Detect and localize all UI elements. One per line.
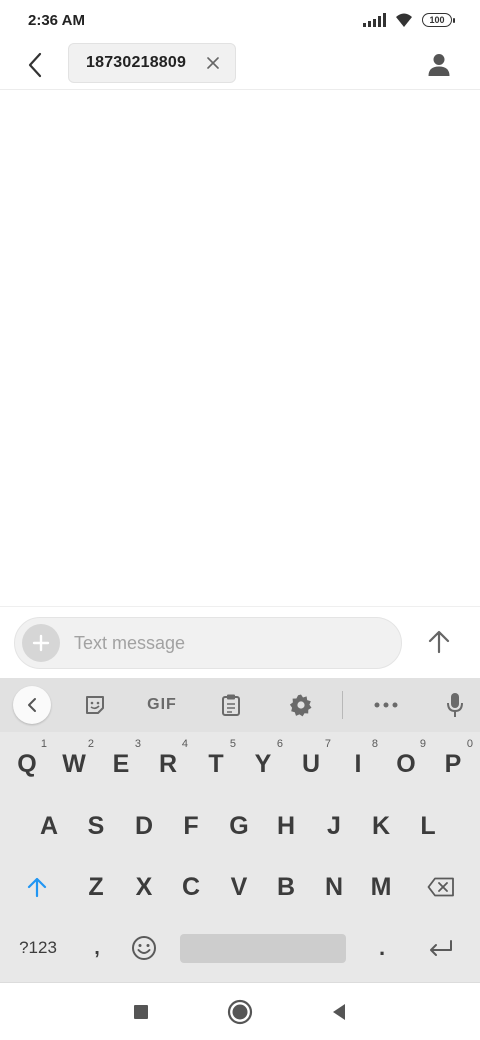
key-j[interactable]: J <box>311 798 357 854</box>
emoji-key[interactable] <box>121 920 167 976</box>
key-s[interactable]: S <box>73 798 119 854</box>
plus-icon <box>32 634 50 652</box>
battery-level: 100 <box>429 15 445 25</box>
chevron-left-icon <box>28 698 36 712</box>
back-triangle-icon <box>333 1004 345 1020</box>
message-input[interactable] <box>74 632 374 654</box>
collapse-toolbar-button[interactable] <box>13 686 51 724</box>
gear-icon <box>289 694 312 717</box>
key-u[interactable]: U7 <box>288 736 334 792</box>
key-x[interactable]: X <box>121 859 167 915</box>
emoji-icon <box>132 936 156 960</box>
compose-field <box>14 617 402 669</box>
key-e[interactable]: E3 <box>98 736 144 792</box>
key-q[interactable]: Q1 <box>4 736 50 792</box>
key-row-4: ?123 , . <box>0 920 480 980</box>
wifi-icon <box>396 13 412 27</box>
recipient-chip[interactable]: 18730218809 <box>68 43 236 83</box>
sticker-button[interactable] <box>78 687 112 723</box>
voice-input-button[interactable] <box>438 687 472 723</box>
status-time: 2:36 AM <box>28 12 85 29</box>
status-bar: 2:36 AM 100 <box>0 0 480 44</box>
back-arrow-icon <box>28 52 42 78</box>
mic-icon <box>447 693 463 717</box>
signal-icon <box>363 13 386 27</box>
symbols-key[interactable]: ?123 <box>12 920 64 976</box>
spacebar[interactable] <box>180 934 346 963</box>
compose-bar <box>0 606 480 678</box>
battery-icon: 100 <box>422 13 455 27</box>
status-icons: 100 <box>363 12 455 28</box>
key-a[interactable]: A <box>26 798 72 854</box>
keyboard-toolbar: GIF <box>0 678 480 732</box>
conversation-header: 18730218809 <box>0 40 480 90</box>
nav-back-button[interactable] <box>324 997 354 1027</box>
person-icon <box>428 54 450 76</box>
system-nav-bar <box>0 982 480 1040</box>
key-h[interactable]: H <box>263 798 309 854</box>
enter-icon <box>430 940 452 956</box>
home-circle-icon <box>227 999 253 1025</box>
key-y[interactable]: Y6 <box>240 736 286 792</box>
key-row-3: Z X C V B N M <box>0 859 480 919</box>
key-p[interactable]: P0 <box>430 736 476 792</box>
key-n[interactable]: N <box>311 859 357 915</box>
period-key[interactable]: . <box>359 920 405 976</box>
toolbar-divider <box>342 691 343 719</box>
contact-button[interactable] <box>422 48 456 82</box>
shift-arrow-icon <box>27 877 47 898</box>
keyboard: GIF Q 1 W 2 E 3 R 4 T 5 Y 6 U 7 I 8 O 9 … <box>0 678 480 982</box>
shift-key[interactable] <box>14 859 60 915</box>
clipboard-icon <box>222 694 240 716</box>
key-d[interactable]: D <box>121 798 167 854</box>
arrow-up-icon <box>428 630 450 654</box>
close-icon <box>207 57 219 69</box>
more-button[interactable] <box>368 687 404 723</box>
back-button[interactable] <box>18 48 52 82</box>
key-f[interactable]: F <box>168 798 214 854</box>
key-k[interactable]: K <box>358 798 404 854</box>
send-button[interactable] <box>422 625 456 659</box>
key-row-1: Q1 W2 E3 R4 T5 Y6 U7 I8 O9 P0 <box>0 736 480 796</box>
key-l[interactable]: L <box>405 798 451 854</box>
settings-button[interactable] <box>284 687 318 723</box>
comma-key[interactable]: , <box>74 920 120 976</box>
attach-button[interactable] <box>22 624 60 662</box>
key-row-2: A S D F G H J K L <box>0 798 480 858</box>
key-i[interactable]: I8 <box>335 736 381 792</box>
backspace-key[interactable] <box>418 859 464 915</box>
remove-recipient-button[interactable] <box>205 55 221 71</box>
recents-button[interactable] <box>126 997 156 1027</box>
key-m[interactable]: M <box>358 859 404 915</box>
home-button[interactable] <box>225 997 255 1027</box>
key-w[interactable]: W2 <box>51 736 97 792</box>
key-z[interactable]: Z <box>73 859 119 915</box>
gif-label: GIF <box>147 696 177 713</box>
clipboard-button[interactable] <box>214 687 248 723</box>
sticker-icon <box>86 696 104 714</box>
recipient-number: 18730218809 <box>86 54 187 71</box>
key-v[interactable]: V <box>216 859 262 915</box>
key-b[interactable]: B <box>263 859 309 915</box>
key-o[interactable]: O9 <box>383 736 429 792</box>
key-r[interactable]: R4 <box>145 736 191 792</box>
key-c[interactable]: C <box>168 859 214 915</box>
key-g[interactable]: G <box>216 798 262 854</box>
backspace-icon <box>427 877 454 897</box>
more-icon <box>374 702 398 708</box>
message-list <box>0 91 480 606</box>
gif-button[interactable]: GIF <box>140 687 184 723</box>
enter-key[interactable] <box>418 920 464 976</box>
key-t[interactable]: T5 <box>193 736 239 792</box>
recents-square-icon <box>134 1005 148 1019</box>
